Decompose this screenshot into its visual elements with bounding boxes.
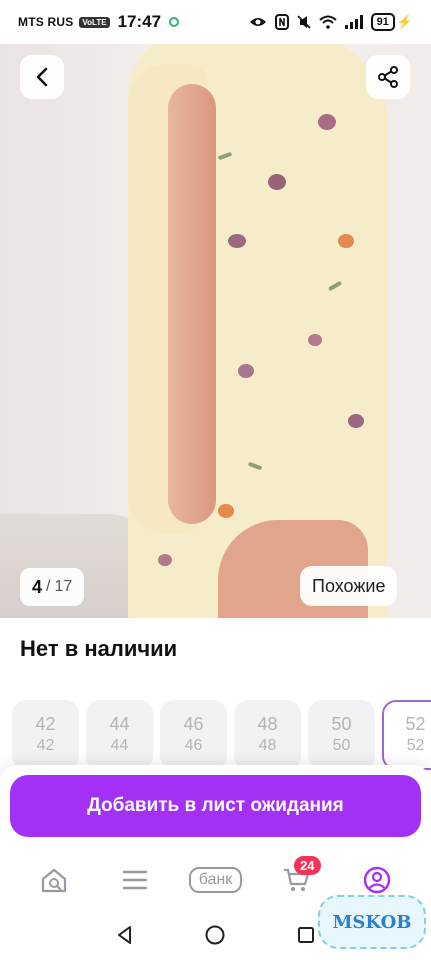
model-arm bbox=[168, 84, 216, 524]
notification-icon bbox=[169, 17, 180, 27]
size-sublabel: 44 bbox=[110, 737, 129, 755]
image-counter-separator: / bbox=[46, 578, 51, 595]
nfc-icon bbox=[274, 14, 289, 30]
wifi-icon bbox=[318, 15, 337, 29]
share-button[interactable] bbox=[366, 55, 410, 99]
floral-print bbox=[268, 174, 286, 190]
floral-print bbox=[308, 334, 322, 346]
signal-icon bbox=[344, 15, 363, 29]
size-option[interactable]: 42 42 bbox=[12, 700, 79, 770]
image-counter: 4 / 17 bbox=[20, 568, 85, 606]
size-option[interactable]: 46 46 bbox=[160, 700, 227, 770]
watermark-logo: MSKOB bbox=[318, 895, 426, 949]
image-counter-total: 17 bbox=[54, 578, 73, 595]
status-right: 91 ⚡ bbox=[249, 13, 413, 31]
size-label: 42 bbox=[35, 713, 56, 734]
menu-icon bbox=[122, 870, 148, 890]
size-option[interactable]: 50 50 bbox=[308, 700, 375, 770]
floral-print bbox=[158, 554, 172, 566]
floral-leaf bbox=[327, 280, 343, 292]
carrier-name: MTS RUS bbox=[18, 15, 74, 29]
floral-print bbox=[238, 364, 254, 378]
floral-leaf bbox=[217, 151, 233, 161]
availability-section: Нет в наличии bbox=[0, 618, 431, 682]
size-label: 48 bbox=[257, 713, 278, 734]
size-sublabel: 48 bbox=[258, 737, 277, 755]
similar-button[interactable]: Похожие bbox=[300, 566, 398, 606]
product-page: MTS RUS VoLTE 17:47 91 ⚡ 4 / 17 Похожие … bbox=[0, 0, 431, 960]
floral-leaf bbox=[247, 461, 263, 471]
size-option-selected[interactable]: 52 52 bbox=[382, 700, 431, 770]
battery-indicator: 91 ⚡ bbox=[370, 13, 413, 31]
floral-print bbox=[338, 234, 354, 248]
profile-icon bbox=[363, 866, 390, 894]
floral-print bbox=[218, 504, 234, 518]
add-to-waitlist-button[interactable]: Добавить в лист ожидания bbox=[10, 775, 421, 837]
system-back-icon[interactable] bbox=[115, 925, 135, 945]
size-sublabel: 46 bbox=[184, 737, 203, 755]
status-bar: MTS RUS VoLTE 17:47 91 ⚡ bbox=[0, 0, 431, 44]
floral-print bbox=[348, 414, 364, 428]
mute-icon bbox=[296, 15, 311, 29]
floral-print bbox=[318, 114, 336, 130]
image-counter-current: 4 bbox=[32, 576, 43, 597]
chevron-left-icon bbox=[36, 67, 48, 87]
back-button[interactable] bbox=[20, 55, 64, 99]
size-label: 44 bbox=[109, 713, 130, 734]
charging-icon: ⚡ bbox=[396, 14, 413, 29]
tab-catalog[interactable] bbox=[109, 858, 161, 902]
system-home-icon[interactable] bbox=[204, 924, 226, 946]
availability-status: Нет в наличии bbox=[20, 636, 178, 661]
tab-home[interactable] bbox=[28, 858, 80, 902]
clock: 17:47 bbox=[117, 12, 162, 31]
size-option[interactable]: 48 48 bbox=[234, 700, 301, 770]
system-recents-icon[interactable] bbox=[296, 925, 316, 945]
cart-count-badge: 24 bbox=[294, 856, 321, 875]
home-search-icon bbox=[42, 868, 67, 893]
size-selector: 42 42 44 44 46 46 48 48 50 50 52 52 bbox=[12, 700, 431, 770]
floral-print bbox=[228, 234, 246, 248]
product-image[interactable] bbox=[0, 44, 431, 618]
volte-badge: VoLTE bbox=[79, 16, 110, 28]
size-option[interactable]: 44 44 bbox=[86, 700, 153, 770]
size-sublabel: 42 bbox=[36, 737, 55, 755]
size-label: 52 bbox=[405, 713, 426, 734]
size-label: 50 bbox=[331, 713, 352, 734]
size-sublabel: 52 bbox=[406, 737, 425, 755]
size-label: 46 bbox=[183, 713, 204, 734]
battery-level: 91 bbox=[370, 13, 395, 31]
size-sublabel: 50 bbox=[332, 737, 351, 755]
status-left: MTS RUS VoLTE 17:47 bbox=[18, 12, 180, 32]
bank-label: банк bbox=[188, 867, 243, 893]
share-icon bbox=[378, 66, 398, 88]
tab-bank[interactable]: банк bbox=[188, 858, 243, 902]
tab-cart[interactable]: 24 bbox=[270, 856, 322, 902]
eye-icon bbox=[249, 18, 266, 26]
